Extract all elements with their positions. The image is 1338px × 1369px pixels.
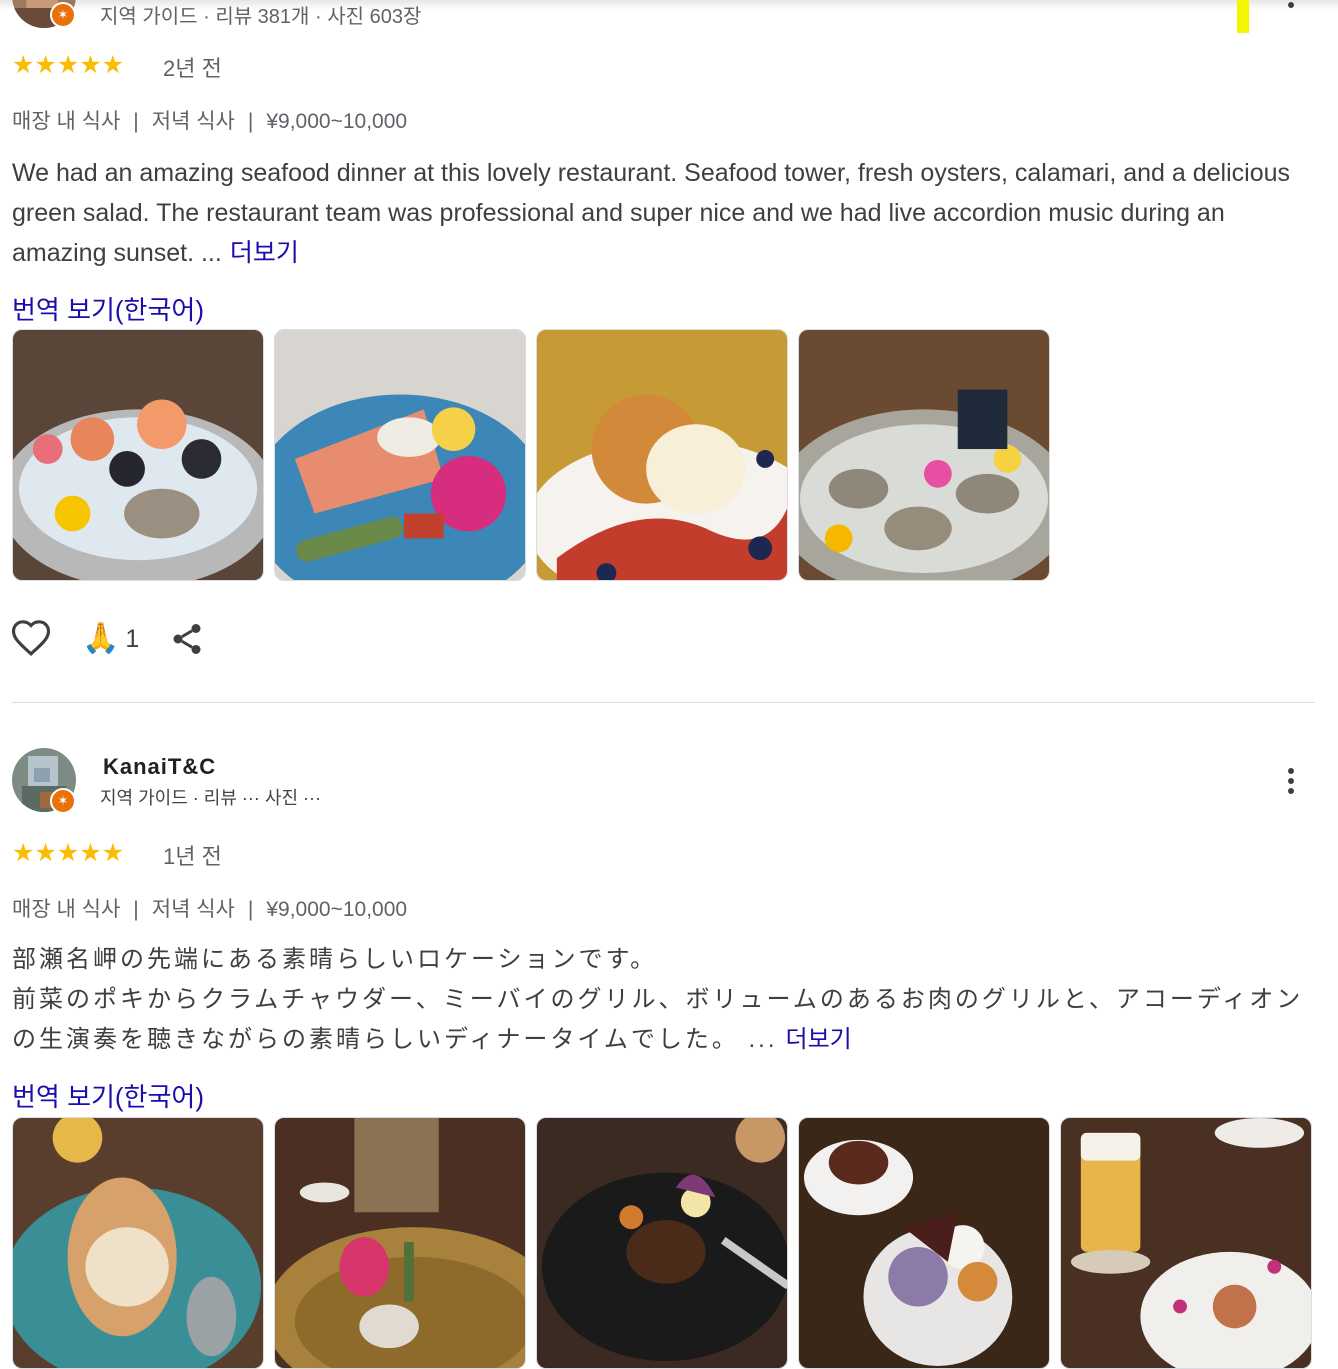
- review-tags: 매장 내 식사 | 저녁 식사 | ¥9,000~10,000: [12, 893, 407, 923]
- reaction-count: 1: [125, 624, 140, 653]
- tag-separator: |: [247, 110, 254, 133]
- review-date: 1년 전: [163, 844, 222, 869]
- review-tags: 매장 내 식사 | 저녁 식사 | ¥9,000~10,000: [12, 105, 407, 135]
- tag-service: 매장 내 식사: [12, 110, 121, 133]
- photo-beer-appetizer[interactable]: [1060, 1117, 1312, 1369]
- review-card-2: ✶ KanaiT&C 지역 가이드 · 리뷰 ··· 사진 ··· ★★★★★ …: [0, 740, 1338, 1369]
- more-vert-icon[interactable]: [1280, 764, 1302, 804]
- photo-cream-puff[interactable]: [536, 329, 788, 581]
- review-card-1: ✶ 지역 가이드 · 리뷰 381개 · 사진 603장 ★★★★★ 2년 전 …: [0, 0, 1338, 700]
- photo-grilled-fish[interactable]: [274, 1117, 526, 1369]
- reviewer-meta: 지역 가이드 · 리뷰 ··· 사진 ···: [100, 788, 322, 808]
- share-icon[interactable]: [169, 621, 205, 657]
- review-photos: [12, 329, 1050, 581]
- translate-link[interactable]: 번역 보기(한국어): [12, 290, 204, 327]
- tag-meal: 저녁 식사: [151, 898, 235, 921]
- review-divider: [12, 702, 1315, 703]
- photo-grilled-salmon[interactable]: [274, 329, 526, 581]
- tag-separator: |: [133, 110, 139, 133]
- tag-separator: |: [247, 898, 254, 921]
- reviewer-name[interactable]: KanaiT&C: [103, 754, 216, 780]
- photo-seafood-tower[interactable]: [12, 329, 264, 581]
- review-date: 2년 전: [163, 56, 222, 81]
- review-text-line1: 部瀬名岬の先端にある素晴らしいロケーションです。: [12, 946, 658, 973]
- review-text: We had an amazing seafood dinner at this…: [12, 153, 1322, 273]
- star-rating: ★★★★★: [12, 51, 125, 79]
- more-vert-icon[interactable]: [1280, 0, 1302, 18]
- heart-icon[interactable]: [10, 618, 52, 660]
- tag-price: ¥9,000~10,000: [266, 110, 408, 133]
- tag-separator: |: [133, 898, 139, 921]
- tag-service: 매장 내 식사: [12, 898, 121, 921]
- photo-oysters[interactable]: [798, 329, 1050, 581]
- more-link[interactable]: 더보기: [786, 1026, 852, 1053]
- praying-hands-emoji[interactable]: 🙏: [82, 618, 119, 660]
- photo-clam-chowder[interactable]: [12, 1117, 264, 1369]
- review-text-line2: 前菜のポキからクラムチャウダー、ミーバイのグリル、ボリュームのあるお肉のグリルと…: [12, 986, 1304, 1053]
- review-text: 部瀬名岬の先端にある素晴らしいロケーションです。 前菜のポキからクラムチャウダー…: [12, 940, 1322, 1060]
- review-actions: 🙏 1: [10, 618, 205, 660]
- tag-meal: 저녁 식사: [151, 110, 235, 133]
- star-rating: ★★★★★: [12, 839, 125, 867]
- tag-price: ¥9,000~10,000: [266, 898, 408, 921]
- review-text-content: We had an amazing seafood dinner at this…: [12, 159, 1291, 267]
- photo-dessert[interactable]: [798, 1117, 1050, 1369]
- local-guide-badge: ✶: [50, 788, 76, 814]
- more-link[interactable]: 더보기: [230, 239, 299, 267]
- photo-meat-grill[interactable]: [536, 1117, 788, 1369]
- reviewer-meta: 지역 가이드 · 리뷰 381개 · 사진 603장: [100, 6, 422, 28]
- translate-link[interactable]: 번역 보기(한국어): [12, 1077, 204, 1114]
- review-photos: [12, 1117, 1312, 1369]
- local-guide-badge: ✶: [50, 2, 76, 28]
